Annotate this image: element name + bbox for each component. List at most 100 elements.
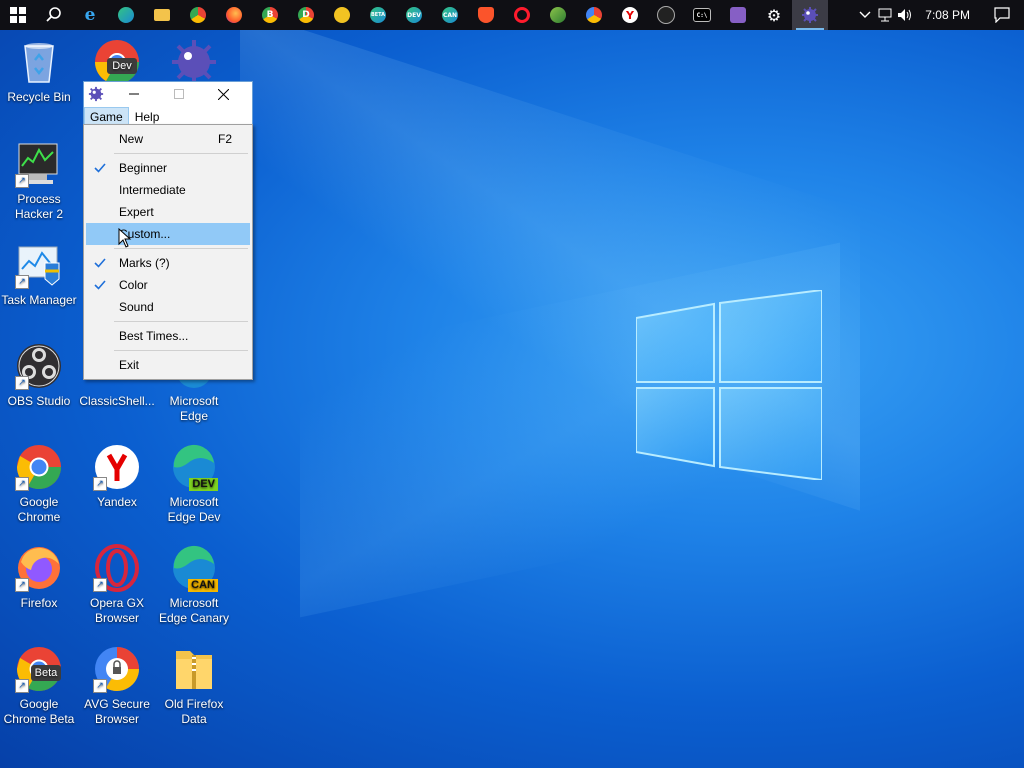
avg-browser-icon: ↗ [93, 645, 141, 693]
obs-icon[interactable] [648, 0, 684, 30]
desktop-icon-google-chrome-beta[interactable]: Beta ↗ Google Chrome Beta [1, 645, 77, 727]
close-button[interactable] [201, 82, 246, 106]
maximize-button [156, 82, 201, 106]
close-icon [218, 88, 229, 100]
menu-item-new[interactable]: New F2 [86, 128, 250, 150]
notifications-icon[interactable] [980, 0, 1024, 30]
shortcut-arrow-icon: ↗ [15, 679, 29, 693]
mouse-cursor-icon [118, 228, 132, 248]
desktop-icon-old-firefox-data[interactable]: Old Firefox Data [156, 645, 232, 727]
checkmark-icon [94, 163, 106, 173]
cmd-icon[interactable]: C:\ [684, 0, 720, 30]
edge-canary-badge: CAN [188, 579, 218, 592]
menu-item-intermediate[interactable]: Intermediate [86, 179, 250, 201]
desktop-icon-recycle-bin[interactable]: Recycle Bin [1, 38, 77, 105]
brave-icon[interactable] [468, 0, 504, 30]
checkmark-icon [94, 280, 106, 290]
search-icon[interactable] [36, 0, 72, 30]
desktop-icon-process-hacker[interactable]: ↗ Process Hacker 2 [1, 140, 77, 222]
network-icon[interactable] [875, 0, 895, 30]
desktop-icon-label: Firefox [20, 596, 58, 610]
microsoft-edge-canary-icon: CAN [170, 544, 218, 592]
chrome-canary-icon[interactable] [324, 0, 360, 30]
menu-item-expert[interactable]: Expert [86, 201, 250, 223]
firefox-icon: ↗ [15, 544, 63, 592]
chrome-dev-icon: Dev [93, 38, 141, 86]
desktop-icon-yandex[interactable]: ↗ Yandex [79, 443, 155, 510]
minimize-button[interactable] [111, 82, 156, 106]
maximize-icon [173, 89, 184, 99]
start-icon[interactable] [0, 0, 36, 30]
desktop-icon-avg-secure-browser[interactable]: ↗ AVG Secure Browser [79, 645, 155, 727]
edge-canary-icon[interactable]: CAN [432, 0, 468, 30]
system-tray: 7:08 PM [855, 0, 1024, 30]
yandex-icon[interactable]: Y [612, 0, 648, 30]
firefox-icon[interactable] [216, 0, 252, 30]
menu-item-marks[interactable]: Marks (?) [86, 252, 250, 274]
process-hacker-icon: ↗ [15, 140, 63, 188]
minesweeper-app-icon[interactable] [88, 86, 104, 102]
menu-item-exit[interactable]: Exit [86, 354, 250, 376]
internet-explorer-icon[interactable]: e [72, 0, 108, 30]
recycle-bin-icon [15, 38, 63, 86]
shortcut-arrow-icon: ↗ [15, 578, 29, 592]
shortcut-arrow-icon: ↗ [15, 275, 29, 289]
yandex-icon: ↗ [93, 443, 141, 491]
edge-icon[interactable] [108, 0, 144, 30]
chrome-beta-badge: B [262, 7, 278, 23]
menu-item-shortcut: F2 [217, 132, 232, 146]
menu-item-label: Beginner [119, 161, 168, 175]
menu-item-label: Expert [119, 205, 154, 219]
obs-studio-icon: ↗ [15, 342, 63, 390]
opera-gx-icon[interactable] [540, 0, 576, 30]
desktop-icon-label: Task Manager [1, 293, 77, 307]
visual-studio-icon[interactable] [720, 0, 756, 30]
shortcut-arrow-icon: ↗ [93, 477, 107, 491]
desktop-icon-opera-gx[interactable]: ↗ Opera GX Browser [79, 544, 155, 626]
desktop-icon-microsoft-edge-dev[interactable]: DEV Microsoft Edge Dev [156, 443, 232, 525]
taskbar: e B D BETA DEV CAN Y C:\ ⚙ 7:08 PM [0, 0, 1024, 30]
desktop-icon-label: Opera GX Browser [89, 596, 145, 625]
edge-beta-badge: BETA [370, 7, 386, 23]
desktop-icon-microsoft-edge-canary[interactable]: CAN Microsoft Edge Canary [156, 544, 232, 626]
clock[interactable]: 7:08 PM [915, 8, 980, 22]
desktop-icon-label: Yandex [97, 495, 137, 509]
minesweeper-window: Game Help [83, 81, 253, 129]
opera-gx-icon: ↗ [93, 544, 141, 592]
avg-browser-icon[interactable] [576, 0, 612, 30]
edge-canary-badge: CAN [442, 7, 458, 23]
opera-icon[interactable] [504, 0, 540, 30]
file-explorer-icon[interactable] [144, 0, 180, 30]
desktop-icon-google-chrome[interactable]: ↗ Google Chrome [1, 443, 77, 525]
menu-separator [114, 321, 248, 322]
settings-icon[interactable]: ⚙ [756, 0, 792, 30]
desktop-icon-label: Microsoft Edge [169, 394, 219, 423]
menu-item-best-times[interactable]: Best Times... [86, 325, 250, 347]
desktop-icon-firefox[interactable]: ↗ Firefox [1, 544, 77, 611]
chrome-dev-icon[interactable]: D [288, 0, 324, 30]
edge-dev-icon[interactable]: DEV [396, 0, 432, 30]
shortcut-arrow-icon: ↗ [15, 376, 29, 390]
edge-dev-badge: DEV [406, 7, 422, 23]
menu-item-label: New [119, 132, 144, 146]
desktop-icon-label: AVG Secure Browser [84, 697, 150, 726]
title-bar[interactable] [84, 82, 252, 106]
chrome-icon[interactable] [180, 0, 216, 30]
shortcut-arrow-icon: ↗ [15, 174, 29, 188]
menu-item-custom[interactable]: Custom... [86, 223, 250, 245]
menu-item-color[interactable]: Color [86, 274, 250, 296]
desktop-icon-label: Recycle Bin [7, 90, 71, 104]
desktop-icon-obs-studio[interactable]: ↗ OBS Studio [1, 342, 77, 409]
desktop-icon-task-manager[interactable]: ↗ Task Manager [1, 241, 77, 308]
desktop-icon-label: OBS Studio [7, 394, 71, 408]
volume-icon[interactable] [895, 0, 915, 30]
chrome-beta-badge: Beta [34, 667, 58, 679]
desktop-icon-label: ClassicShell... [79, 394, 155, 408]
menu-item-sound[interactable]: Sound [86, 296, 250, 318]
menu-item-beginner[interactable]: Beginner [86, 157, 250, 179]
microsoft-edge-dev-icon: DEV [170, 443, 218, 491]
chrome-beta-icon[interactable]: B [252, 0, 288, 30]
minesweeper-icon[interactable] [792, 0, 828, 30]
chevron-up-icon[interactable] [855, 0, 875, 30]
edge-beta-icon[interactable]: BETA [360, 0, 396, 30]
